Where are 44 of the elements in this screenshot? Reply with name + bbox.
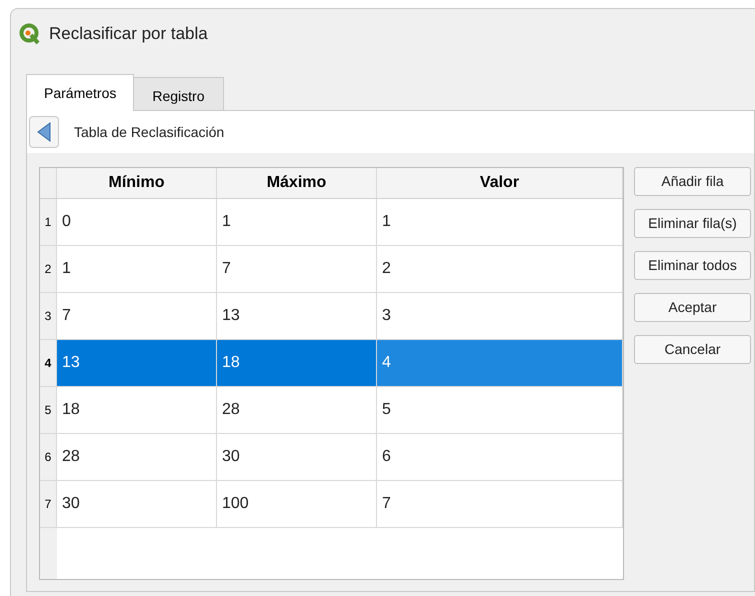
table-cell[interactable]: 28 xyxy=(57,434,217,480)
window-title: Reclasificar por tabla xyxy=(49,23,208,46)
column-header[interactable]: Valor xyxy=(377,168,623,198)
row-header[interactable]: 2 xyxy=(40,246,57,292)
table-cell[interactable]: 5 xyxy=(377,387,623,433)
table-cell[interactable]: 13 xyxy=(57,340,217,386)
row-header[interactable]: 5 xyxy=(40,387,57,433)
tab[interactable]: Registro xyxy=(134,77,224,110)
app-logo-icon xyxy=(19,23,41,45)
table-cell[interactable]: 18 xyxy=(57,387,217,433)
table-cell[interactable]: 7 xyxy=(217,246,377,292)
table-cell[interactable]: 30 xyxy=(217,434,377,480)
tab[interactable]: Parámetros xyxy=(26,74,134,111)
row-header[interactable]: 6 xyxy=(40,434,57,480)
row-header[interactable]: 1 xyxy=(40,199,57,245)
table-cell[interactable]: 1 xyxy=(377,199,623,245)
row-header[interactable]: 3 xyxy=(40,293,57,339)
column-header[interactable]: Máximo xyxy=(217,168,377,198)
table-cell[interactable]: 7 xyxy=(57,293,217,339)
section-title: Tabla de Reclasificación xyxy=(74,122,224,142)
table-cell[interactable]: 18 xyxy=(217,340,377,386)
triangle-left-icon xyxy=(37,122,51,142)
action-button[interactable]: Eliminar todos xyxy=(634,251,751,280)
table-cell[interactable]: 4 xyxy=(377,340,623,386)
table-cell[interactable]: 2 xyxy=(377,246,623,292)
back-button[interactable] xyxy=(29,116,59,148)
action-button[interactable]: Aceptar xyxy=(634,293,751,322)
action-button[interactable]: Añadir fila xyxy=(634,167,751,196)
table-cell[interactable]: 6 xyxy=(377,434,623,480)
table-cell[interactable]: 0 xyxy=(57,199,217,245)
table-cell[interactable]: 28 xyxy=(217,387,377,433)
table-cell[interactable]: 100 xyxy=(217,481,377,527)
table-cell[interactable]: 1 xyxy=(217,199,377,245)
table-cell[interactable]: 13 xyxy=(217,293,377,339)
column-header[interactable]: Mínimo xyxy=(57,168,217,198)
action-button[interactable]: Eliminar fila(s) xyxy=(634,209,751,238)
table-cell[interactable]: 7 xyxy=(377,481,623,527)
table-cell[interactable]: 30 xyxy=(57,481,217,527)
table-cell[interactable]: 3 xyxy=(377,293,623,339)
row-header[interactable]: 7 xyxy=(40,481,57,527)
row-header-strip xyxy=(40,528,57,579)
row-header[interactable]: 4 xyxy=(40,340,57,386)
table-cell[interactable]: 1 xyxy=(57,246,217,292)
action-button[interactable]: Cancelar xyxy=(634,335,751,364)
